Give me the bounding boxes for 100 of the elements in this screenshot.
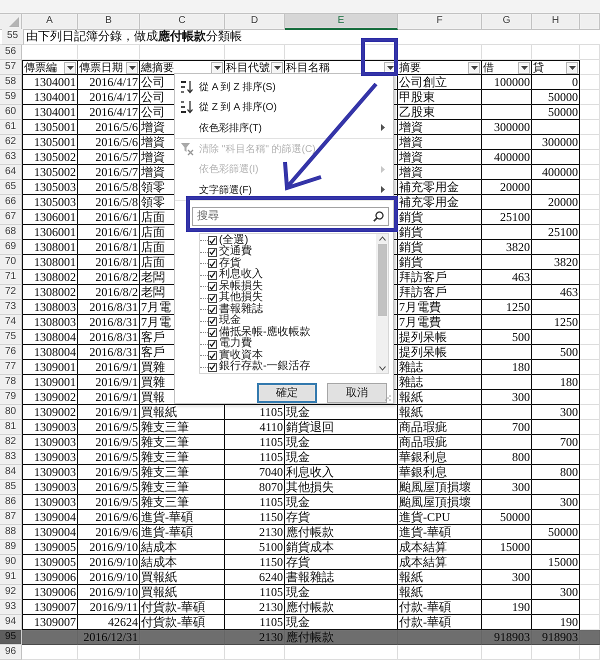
row-number[interactable]: 81 [0,420,22,435]
filter-dropdown-button[interactable] [518,62,530,74]
table-cell: 雜支三筆 [140,450,225,465]
column-header[interactable]: A [22,14,78,30]
table-cell: 1309003 [22,450,78,465]
checkbox[interactable] [208,362,217,372]
filter-dropdown-button[interactable] [566,62,578,74]
row-number[interactable]: 64 [0,165,22,180]
row-number[interactable]: 68 [0,225,22,240]
row-number[interactable]: 62 [0,135,22,150]
column-header[interactable]: D [225,14,285,30]
row-number[interactable]: 69 [0,240,22,255]
resize-grip-icon[interactable] [385,395,391,401]
row-number[interactable]: 67 [0,210,22,225]
row-number[interactable]: 70 [0,255,22,270]
column-heading: 科目代號 [226,61,270,74]
row-number[interactable]: 87 [0,510,22,525]
row-number[interactable]: 65 [0,180,22,195]
row-number[interactable]: 96 [0,645,22,660]
checkbox[interactable] [208,294,217,303]
checkbox[interactable] [208,248,217,257]
row-number[interactable]: 85 [0,480,22,495]
menu-item[interactable]: 依色彩排序(T) [175,118,393,139]
table-cell: 3820 [532,255,580,270]
column-header[interactable]: G [482,14,532,30]
column-header[interactable]: B [78,14,140,30]
checkbox[interactable] [208,236,217,246]
scroll-down-icon[interactable] [378,366,386,371]
scroll-up-icon[interactable] [378,236,386,241]
checkbox[interactable] [208,328,217,338]
row-number[interactable]: 60 [0,105,22,120]
row-number[interactable]: 66 [0,195,22,210]
row-number[interactable]: 82 [0,435,22,450]
row-number[interactable]: 72 [0,285,22,300]
row-number[interactable]: 78 [0,375,22,390]
row-number[interactable]: 89 [0,540,22,555]
row-number[interactable]: 56 [0,45,22,60]
row-number[interactable]: 92 [0,585,22,600]
row-number[interactable]: 80 [0,405,22,420]
table-cell: 2016/9/5 [78,480,140,495]
row-number[interactable]: 73 [0,300,22,315]
checkbox[interactable] [208,282,217,292]
table-cell: 700 [532,435,580,450]
filter-dropdown-button[interactable] [126,62,138,74]
column-header[interactable]: C [140,14,225,30]
column-header[interactable]: F [398,14,482,30]
row-number[interactable]: 77 [0,360,22,375]
row-number[interactable]: 91 [0,570,22,585]
table-cell: 2016/5/7 [78,165,140,180]
checkbox[interactable] [208,259,217,268]
row-number[interactable]: 58 [0,75,22,90]
row-number[interactable]: 75 [0,330,22,345]
table-cell: 1305001 [22,120,78,135]
table-cell: 銷貨 [398,255,482,270]
table-cell: 5100 [225,540,285,555]
row-number[interactable]: 86 [0,495,22,510]
table-cell: 進貨-華碩 [398,525,482,540]
row-number[interactable]: 76 [0,345,22,360]
checkbox[interactable] [208,340,217,349]
filter-dropdown-button[interactable] [468,62,480,74]
checkbox[interactable] [208,316,217,326]
table-cell: 7月電費 [398,315,482,330]
table-cell: 2130 [225,630,285,645]
scrollbar[interactable] [376,234,388,373]
filter-dropdown-button[interactable] [271,62,283,74]
row-number[interactable]: 63 [0,150,22,165]
table-cell: 增資 [398,120,482,135]
row-number[interactable]: 84 [0,465,22,480]
checkbox[interactable] [208,305,217,314]
row-number[interactable]: 83 [0,450,22,465]
row-number[interactable]: 57 [0,60,22,75]
sort-descending-icon [180,100,194,114]
table-cell: 0 [532,75,580,90]
row-number[interactable]: 79 [0,390,22,405]
table-cell: 1305003 [22,180,78,195]
search-field[interactable]: 搜尋 [192,206,389,226]
row-number[interactable]: 94 [0,615,22,630]
table-cell: 1309003 [22,495,78,510]
filter-dropdown-button[interactable] [211,62,223,74]
row-number[interactable]: 55 [2,29,24,45]
table-cell: 存貨 [285,510,398,525]
row-number[interactable]: 74 [0,315,22,330]
row-number[interactable]: 93 [0,600,22,615]
table-cell: 應付帳款 [285,525,398,540]
row-number[interactable]: 61 [0,120,22,135]
filter-dropdown-button[interactable] [64,62,76,74]
column-header[interactable]: H [532,14,580,30]
sort-ascending-icon [180,80,194,94]
menu-item[interactable]: 文字篩選(F) [175,180,393,201]
scroll-thumb[interactable] [378,244,386,316]
row-number[interactable]: 88 [0,525,22,540]
row-number[interactable]: 71 [0,270,22,285]
row-number[interactable]: 59 [0,90,22,105]
checkbox[interactable] [208,270,217,280]
ok-button[interactable]: 確定 [257,382,317,403]
table-cell: 增資 [398,165,482,180]
checkbox[interactable] [208,351,217,360]
row-number[interactable]: 90 [0,555,22,570]
cancel-button[interactable]: 取消 [327,382,387,403]
column-header[interactable]: E [285,14,398,30]
